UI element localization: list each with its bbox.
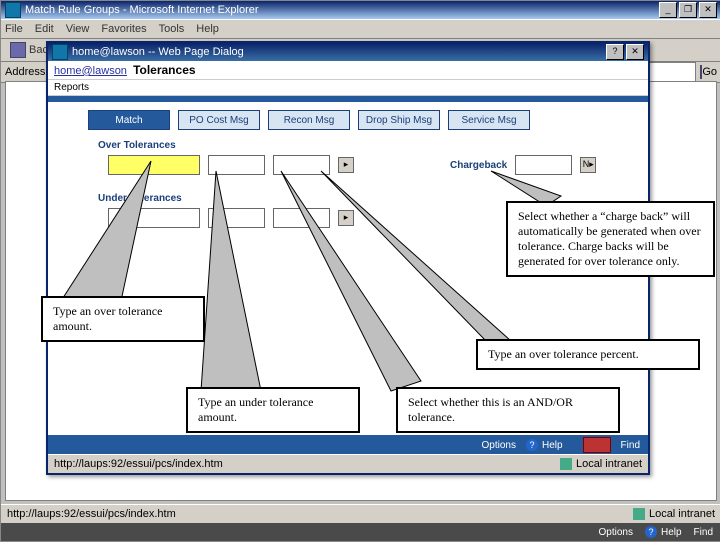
dialog-breadcrumb: home@lawson Tolerances xyxy=(48,61,648,80)
dialog-icon xyxy=(52,44,68,60)
slide-find[interactable]: Find xyxy=(694,527,713,538)
footer-red-button[interactable] xyxy=(583,437,611,453)
under-percent-field[interactable] xyxy=(208,208,265,228)
footer-help[interactable]: Help xyxy=(542,440,563,451)
dialog-title: home@lawson -- Web Page Dialog xyxy=(72,46,244,58)
over-andor-picker[interactable]: ▸ xyxy=(338,157,354,173)
breadcrumb-page: Tolerances xyxy=(133,63,195,77)
callout-chargeback: Select whether a “charge back” will auto… xyxy=(506,201,715,277)
under-andor-picker[interactable]: ▸ xyxy=(338,210,354,226)
ie-menu-bar: File Edit View Favorites Tools Help xyxy=(1,19,720,39)
callout-over-amount: Type an over tolerance amount. xyxy=(41,296,205,342)
go-button[interactable]: Go xyxy=(700,66,717,78)
help-icon: ? xyxy=(645,526,657,538)
tab-service-msg[interactable]: Service Msg xyxy=(448,110,530,130)
reports-menu[interactable]: Reports xyxy=(54,82,89,93)
callout-under-amount: Type an under tolerance amount. xyxy=(186,387,360,433)
over-percent-field[interactable] xyxy=(208,155,265,175)
tab-row: Match PO Cost Msg Recon Msg Drop Ship Ms… xyxy=(88,110,648,130)
under-andor-field[interactable] xyxy=(273,208,330,228)
chargeback-label: Chargeback xyxy=(450,160,507,171)
dialog-close-button[interactable]: ✕ xyxy=(626,44,644,60)
tab-recon-msg[interactable]: Recon Msg xyxy=(268,110,350,130)
menu-view[interactable]: View xyxy=(66,23,90,35)
slide-help[interactable]: Help xyxy=(661,527,682,538)
ie-icon xyxy=(5,2,21,18)
over-tolerances-label: Over Tolerances xyxy=(98,140,648,151)
menu-file[interactable]: File xyxy=(5,23,23,35)
zone-label: Local intranet xyxy=(649,508,715,520)
under-amount-field[interactable] xyxy=(108,208,200,228)
close-button[interactable]: ✕ xyxy=(699,2,717,18)
slide-toolbar: Options ? Help Find xyxy=(1,523,720,541)
menu-help[interactable]: Help xyxy=(196,23,219,35)
dialog-status-bar: http://laups:92/essui/pcs/index.htm Loca… xyxy=(48,454,648,473)
ie-title-bar: Match Rule Groups - Microsoft Internet E… xyxy=(1,1,720,19)
menu-tools[interactable]: Tools xyxy=(159,23,185,35)
zone-icon xyxy=(633,508,645,520)
ie-window-title: Match Rule Groups - Microsoft Internet E… xyxy=(25,4,259,16)
footer-find[interactable]: Find xyxy=(621,440,640,451)
dialog-status-url: http://laups:92/essui/pcs/index.htm xyxy=(54,458,223,470)
footer-help-icon: ? xyxy=(526,439,538,451)
breadcrumb-home-link[interactable]: home@lawson xyxy=(54,65,127,77)
dialog-zone-icon xyxy=(560,458,572,470)
restore-button[interactable]: ❐ xyxy=(679,2,697,18)
dialog-zone-label: Local intranet xyxy=(576,458,642,470)
chargeback-picker[interactable]: N▸ xyxy=(580,157,596,173)
chargeback-field[interactable] xyxy=(515,155,572,175)
menu-favorites[interactable]: Favorites xyxy=(101,23,146,35)
address-label: Address xyxy=(5,66,45,78)
dialog-title-bar: home@lawson -- Web Page Dialog ? ✕ xyxy=(48,43,648,61)
dialog-help-button[interactable]: ? xyxy=(606,44,624,60)
slide-options[interactable]: Options xyxy=(599,527,633,538)
over-amount-field[interactable] xyxy=(108,155,200,175)
status-url: http://laups:92/essui/pcs/index.htm xyxy=(7,508,176,520)
tab-match[interactable]: Match xyxy=(88,110,170,130)
back-icon xyxy=(10,42,26,58)
tab-po-cost-msg[interactable]: PO Cost Msg xyxy=(178,110,260,130)
tab-drop-ship-msg[interactable]: Drop Ship Msg xyxy=(358,110,440,130)
ie-status-bar: http://laups:92/essui/pcs/index.htm Loca… xyxy=(1,504,720,523)
menu-edit[interactable]: Edit xyxy=(35,23,54,35)
minimize-button[interactable]: _ xyxy=(659,2,677,18)
footer-options[interactable]: Options xyxy=(482,440,516,451)
callout-over-percent: Type an over tolerance percent. xyxy=(476,339,700,370)
callout-andor: Select whether this is an AND/OR toleran… xyxy=(396,387,620,433)
dialog-footer: Options ? Help Find xyxy=(48,435,648,455)
over-andor-field[interactable] xyxy=(273,155,330,175)
